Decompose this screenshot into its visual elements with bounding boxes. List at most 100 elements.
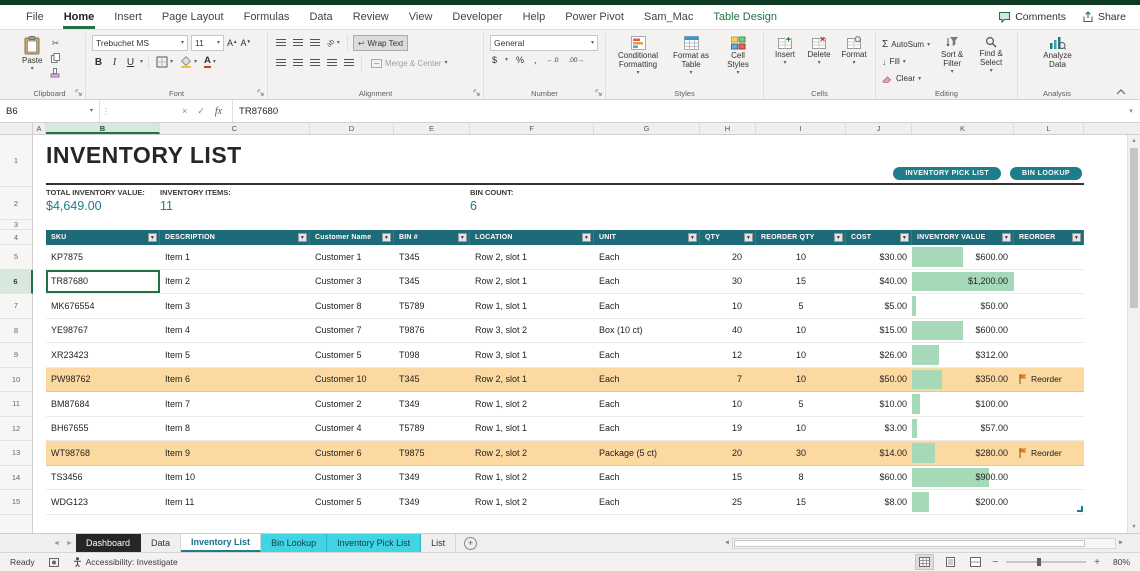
cell-unit[interactable]: Each [594, 466, 700, 491]
zoom-slider-thumb[interactable] [1037, 558, 1041, 566]
ribbon-tab[interactable]: Developer [442, 5, 512, 29]
orientation-button[interactable]: ab▾ [325, 39, 342, 48]
cell-customer-name[interactable]: Customer 5 [310, 343, 394, 368]
cell-reorder-flag[interactable] [1014, 319, 1084, 344]
filter-dropdown-icon[interactable]: ▼ [1072, 233, 1081, 242]
column-header-letter[interactable]: A [33, 123, 46, 134]
format-painter-button[interactable] [48, 67, 62, 79]
cell-col-a[interactable] [33, 245, 46, 270]
cell-col-a[interactable] [33, 319, 46, 344]
cell-qty[interactable]: 20 [700, 245, 756, 270]
cell-qty[interactable]: 19 [700, 417, 756, 442]
collapse-ribbon-button[interactable] [1116, 89, 1126, 95]
cell-description[interactable]: Item 3 [160, 294, 310, 319]
table-column-header[interactable]: DESCRIPTION ▼ [160, 230, 310, 245]
cell-customer-name[interactable]: Customer 3 [310, 270, 394, 295]
cell-reorder-flag[interactable] [1014, 417, 1084, 442]
zoom-level[interactable]: 80% [1108, 557, 1130, 567]
cell-unit[interactable]: Each [594, 294, 700, 319]
cell-bin[interactable]: T9875 [394, 441, 470, 466]
row-header-number[interactable]: 5 [0, 245, 32, 270]
column-header-letter[interactable]: K [912, 123, 1014, 134]
ribbon-tab[interactable]: Data [299, 5, 342, 29]
cell-filler[interactable] [1084, 319, 1127, 344]
cell-qty[interactable]: 15 [700, 466, 756, 491]
cell-filler[interactable] [1084, 294, 1127, 319]
name-box[interactable]: B6 ▾ [0, 100, 100, 122]
cell-description[interactable]: Item 8 [160, 417, 310, 442]
cell-col-a[interactable] [33, 392, 46, 417]
cell-col-a[interactable] [33, 490, 46, 515]
filter-dropdown-icon[interactable]: ▼ [900, 233, 909, 242]
align-top-button[interactable] [274, 38, 288, 48]
cell-location[interactable]: Row 1, slot 2 [470, 466, 594, 491]
cell-qty[interactable]: 10 [700, 392, 756, 417]
cell-description[interactable]: Item 9 [160, 441, 310, 466]
cell-filler[interactable] [1084, 417, 1127, 442]
increase-indent-button[interactable] [342, 58, 356, 68]
row-header-number[interactable]: 14 [0, 466, 32, 491]
cell-inventory-value[interactable]: $900.00 [912, 466, 1014, 491]
cell-cost[interactable]: $50.00 [846, 368, 912, 393]
font-name-combobox[interactable]: Trebuchet MS▾ [92, 35, 188, 51]
inventory-pick-list-button[interactable]: INVENTORY PICK LIST [893, 167, 1001, 180]
zoom-slider[interactable] [1006, 561, 1086, 563]
increase-font-button[interactable]: A▲ [227, 38, 237, 48]
table-column-header[interactable]: BIN # ▼ [394, 230, 470, 245]
ribbon-tab[interactable]: Page Layout [152, 5, 234, 29]
column-header-letter[interactable]: B [46, 123, 160, 134]
cell-col-a[interactable] [33, 417, 46, 442]
align-left-button[interactable] [274, 58, 288, 68]
cell-sku[interactable]: PW98762 [46, 368, 160, 393]
cell-reorder-flag[interactable] [1014, 490, 1084, 515]
cell-filler[interactable] [1084, 466, 1127, 491]
cell-cost[interactable]: $3.00 [846, 417, 912, 442]
cell-cost[interactable]: $8.00 [846, 490, 912, 515]
name-box-dropdown-icon[interactable]: ▾ [90, 108, 93, 114]
increase-decimal-button[interactable]: ←.0 [545, 57, 561, 64]
cell-sku[interactable]: WDG123 [46, 490, 160, 515]
cell-qty[interactable]: 40 [700, 319, 756, 344]
currency-button[interactable]: $ [490, 55, 499, 65]
cell-reorder-qty[interactable]: 5 [756, 294, 846, 319]
cell-sku[interactable]: XR23423 [46, 343, 160, 368]
cell-filler[interactable] [1084, 392, 1127, 417]
vertical-scroll-thumb[interactable] [1130, 148, 1138, 308]
cell-qty[interactable]: 10 [700, 294, 756, 319]
font-color-button[interactable]: A▾ [202, 55, 218, 69]
cell-customer-name[interactable]: Customer 1 [310, 245, 394, 270]
table-column-header[interactable]: Customer Name ▼ [310, 230, 394, 245]
borders-button[interactable]: ▾ [154, 55, 175, 69]
cell-reorder-flag[interactable] [1014, 392, 1084, 417]
comments-button[interactable]: Comments [998, 11, 1066, 23]
row-header-number[interactable]: 12 [0, 417, 32, 442]
cell-inventory-value[interactable]: $57.00 [912, 417, 1014, 442]
cell-customer-name[interactable]: Customer 7 [310, 319, 394, 344]
horizontal-scroll-thumb[interactable] [734, 540, 1086, 547]
row-header-number[interactable]: 7 [0, 294, 32, 319]
sheet-tab[interactable]: List [421, 534, 456, 552]
zoom-out-button[interactable]: − [992, 557, 998, 568]
cell-reorder-qty[interactable]: 30 [756, 441, 846, 466]
formula-bar-expand-icon[interactable]: ▾ [1122, 100, 1140, 122]
cell-bin[interactable]: T345 [394, 368, 470, 393]
cell-inventory-value[interactable]: $50.00 [912, 294, 1014, 319]
cell-customer-name[interactable]: Customer 2 [310, 392, 394, 417]
cell-unit[interactable]: Each [594, 490, 700, 515]
align-bottom-button[interactable] [308, 38, 322, 48]
sheet-tab[interactable]: Dashboard [76, 534, 141, 552]
cell-sku[interactable]: WT98768 [46, 441, 160, 466]
cell-inventory-value[interactable]: $350.00 [912, 368, 1014, 393]
sheet-tab[interactable]: Inventory Pick List [327, 534, 421, 552]
insert-cells-button[interactable]: Insert ▾ [770, 35, 800, 88]
comma-style-button[interactable]: , [532, 55, 539, 65]
cell-unit[interactable]: Each [594, 270, 700, 295]
cell-location[interactable]: Row 1, slot 2 [470, 392, 594, 417]
cell-qty[interactable]: 7 [700, 368, 756, 393]
filter-dropdown-icon[interactable]: ▼ [382, 233, 391, 242]
cell-cost[interactable]: $15.00 [846, 319, 912, 344]
cell-location[interactable]: Row 2, slot 1 [470, 368, 594, 393]
column-header-letter[interactable]: E [394, 123, 470, 134]
cell-sku[interactable]: BM87684 [46, 392, 160, 417]
row-header-number[interactable]: 1 [0, 135, 32, 187]
